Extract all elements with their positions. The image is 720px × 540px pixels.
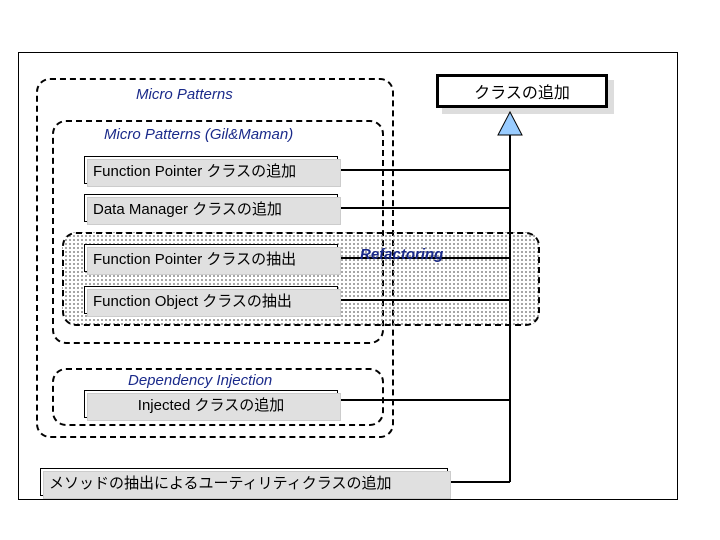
fo-extract-label: Function Object クラスの抽出 (93, 290, 292, 311)
utility-box: メソッドの抽出によるユーティリティクラスの追加 (40, 468, 448, 496)
fo-extract-box: Function Object クラスの抽出 (84, 286, 338, 314)
top-class-label: クラスの追加 (474, 79, 570, 103)
dm-add-box: Data Manager クラスの追加 (84, 194, 338, 222)
fp-add-label: Function Pointer クラスの追加 (93, 160, 296, 181)
top-class-box: クラスの追加 (436, 74, 608, 108)
refactoring-title: Refactoring (360, 246, 443, 263)
injected-box: Injected クラスの追加 (84, 390, 338, 418)
injected-label: Injected クラスの追加 (138, 394, 284, 415)
fp-extract-box: Function Pointer クラスの抽出 (84, 244, 338, 272)
di-title: Dependency Injection (124, 372, 276, 389)
micro-patterns-title: Micro Patterns (132, 86, 237, 103)
gil-maman-title: Micro Patterns (Gil&Maman) (100, 126, 297, 143)
utility-label: メソッドの抽出によるユーティリティクラスの追加 (49, 472, 391, 493)
fp-add-box: Function Pointer クラスの追加 (84, 156, 338, 184)
fp-extract-label: Function Pointer クラスの抽出 (93, 248, 296, 269)
dm-add-label: Data Manager クラスの追加 (93, 198, 282, 219)
